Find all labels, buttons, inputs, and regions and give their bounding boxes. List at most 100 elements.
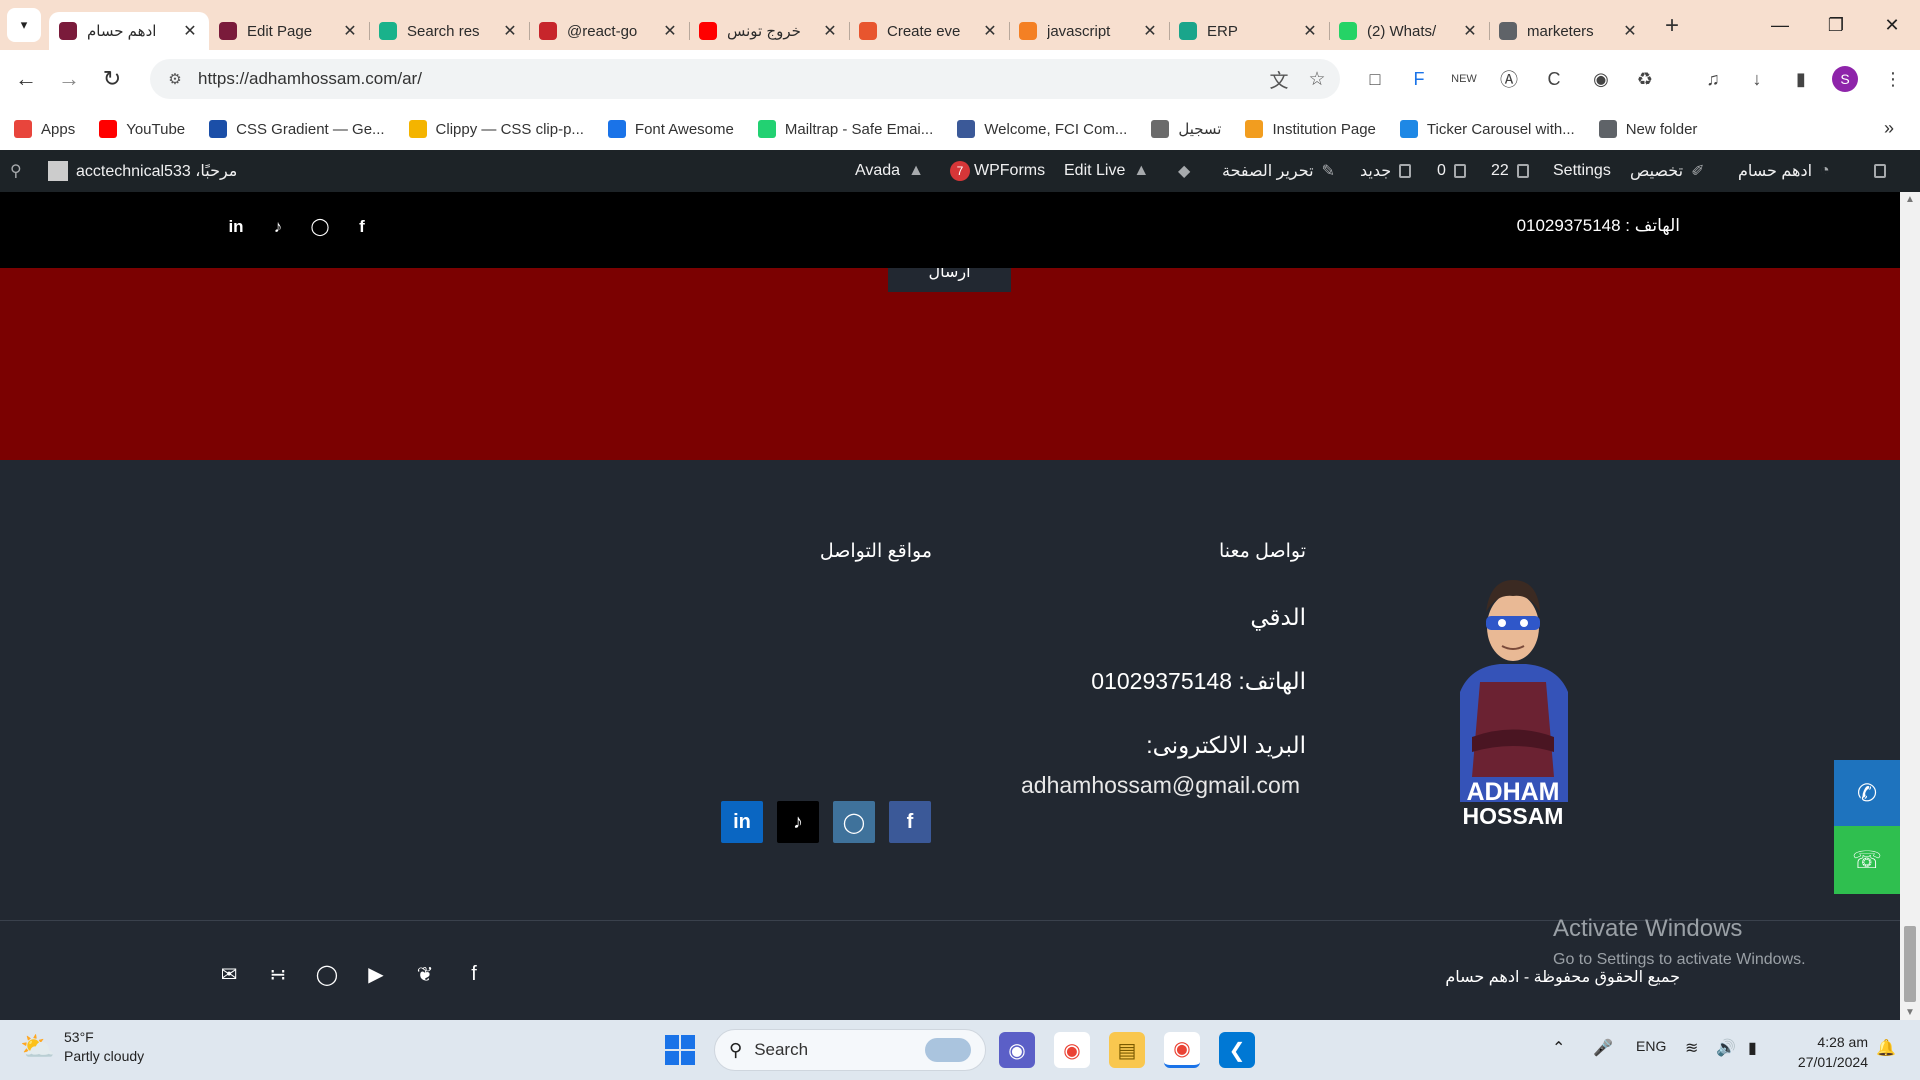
translate-icon[interactable]: 文: [1264, 66, 1294, 93]
reload-button[interactable]: ↻: [95, 62, 129, 96]
settings-link[interactable]: Settings: [1553, 150, 1611, 192]
bookmark-item[interactable]: New folder: [1598, 120, 1697, 138]
browser-tab[interactable]: marketers ✕: [1489, 12, 1649, 50]
profile-avatar[interactable]: S: [1832, 66, 1858, 92]
tray-overflow-icon[interactable]: ⌃: [1552, 1038, 1565, 1058]
tab-close-icon[interactable]: ✕: [821, 21, 839, 41]
phone-text[interactable]: الهاتف: 01029375148: [1091, 668, 1306, 695]
back-button[interactable]: ←: [9, 62, 43, 96]
tab-close-icon[interactable]: ✕: [1461, 21, 1479, 41]
instagram-icon[interactable]: ◯: [299, 217, 341, 237]
extensions-puzzle-icon[interactable]: ♻: [1630, 64, 1660, 94]
bookmarks-overflow-icon[interactable]: »: [1884, 118, 1894, 139]
bookmark-item[interactable]: Mailtrap - Safe Emai...: [757, 120, 933, 138]
wifi-icon[interactable]: ≋: [1685, 1038, 1698, 1058]
scrollbar-thumb[interactable]: [1904, 926, 1916, 1002]
bookmark-item[interactable]: تسجيل: [1151, 120, 1221, 138]
scroll-up-arrow[interactable]: ▲: [1900, 194, 1920, 205]
vscode-icon[interactable]: ❮: [1219, 1032, 1255, 1068]
browser-tab[interactable]: ادهم حسام ✕: [49, 12, 209, 50]
scroll-down-arrow[interactable]: ▼: [1900, 1007, 1920, 1018]
footer-linkedin-icon[interactable]: in: [721, 801, 763, 843]
battery-icon[interactable]: ▮: [1748, 1038, 1757, 1058]
browser-tab[interactable]: Edit Page ✕: [209, 12, 370, 50]
media-control-icon[interactable]: ♫: [1698, 64, 1728, 94]
linkedin-icon[interactable]: in: [215, 217, 257, 237]
side-panel-icon[interactable]: ▮: [1786, 64, 1816, 94]
send-button[interactable]: ارسال: [888, 268, 1011, 292]
maximize-button[interactable]: ❐: [1808, 0, 1864, 50]
rss-icon[interactable]: ∺: [265, 961, 291, 987]
address-bar[interactable]: ⚙ https://adhamhossam.com/ar/ 文 ☆: [150, 59, 1340, 99]
footer-facebook-icon[interactable]: f: [889, 801, 931, 843]
bookmark-item[interactable]: Font Awesome: [607, 120, 734, 138]
new-content-menu[interactable]: جديد: [1360, 150, 1412, 192]
browser-tab[interactable]: javascript ✕: [1009, 12, 1170, 50]
footer-tiktok-icon[interactable]: ♪: [777, 801, 819, 843]
edit-live-link[interactable]: Edit Live ▲: [1064, 150, 1149, 192]
bookmark-item[interactable]: YouTube: [99, 120, 185, 138]
taskbar-search[interactable]: ⚲ Search: [714, 1029, 986, 1071]
forward-button[interactable]: →: [52, 62, 86, 96]
tab-close-icon[interactable]: ✕: [661, 21, 679, 41]
bookmark-item[interactable]: CSS Gradient — Ge...: [209, 120, 385, 138]
twitter-icon[interactable]: ❦: [412, 961, 438, 987]
instagram-icon[interactable]: ◯: [314, 961, 340, 987]
footer-instagram-icon[interactable]: ◯: [833, 801, 875, 843]
tiktok-icon[interactable]: ♪: [257, 217, 299, 237]
notification-bell-icon[interactable]: 🔔: [1876, 1038, 1896, 1058]
browser-tab[interactable]: (2) Whats/ ✕: [1329, 12, 1490, 50]
my-account-menu[interactable]: مرحبًا، acctechnical533: [48, 150, 237, 192]
language-indicator[interactable]: ENG: [1636, 1038, 1666, 1054]
teams-icon[interactable]: ◉: [999, 1032, 1035, 1068]
taskbar-clock[interactable]: 4:28 am 27/01/2024: [1798, 1032, 1868, 1072]
email-link[interactable]: adhamhossam@gmail.com: [1021, 772, 1300, 799]
tab-search-button[interactable]: ▾: [7, 8, 41, 42]
extension-badge-icon[interactable]: ◉: [1586, 64, 1616, 94]
tab-close-icon[interactable]: ✕: [1301, 21, 1319, 41]
wp-logo-icon[interactable]: [1874, 150, 1886, 192]
bookmark-item[interactable]: Ticker Carousel with...: [1399, 120, 1575, 138]
file-explorer-icon[interactable]: ▤: [1109, 1032, 1145, 1068]
page-scrollbar[interactable]: ▲ ▼: [1900, 192, 1920, 1020]
browser-tab[interactable]: Create eve ✕: [849, 12, 1010, 50]
bookmark-star-icon[interactable]: ☆: [1302, 68, 1332, 91]
avada-menu[interactable]: Avada ▲: [855, 150, 924, 192]
download-icon[interactable]: ↓: [1742, 64, 1772, 94]
wpforms-menu[interactable]: 7 WPForms: [950, 150, 1045, 192]
extension-blank-icon[interactable]: □: [1360, 64, 1390, 94]
new-tab-button[interactable]: +: [1655, 9, 1689, 43]
site-name-menu[interactable]: ادهم حسام ◔: [1738, 150, 1830, 192]
extension-new-icon[interactable]: NEW: [1449, 64, 1479, 94]
chrome-profile-icon[interactable]: ◉: [1164, 1032, 1200, 1068]
weather-widget[interactable]: ⛅ 53°F Partly cloudy: [20, 1028, 144, 1066]
extension-a-icon[interactable]: Ⓐ: [1494, 64, 1524, 94]
facebook-icon[interactable]: f: [461, 961, 487, 987]
extension-c-icon[interactable]: C: [1539, 64, 1569, 94]
start-button[interactable]: [665, 1035, 695, 1065]
tab-close-icon[interactable]: ✕: [501, 21, 519, 41]
browser-menu-icon[interactable]: ⋮: [1878, 64, 1908, 94]
bookmark-item[interactable]: Clippy — CSS clip-p...: [408, 120, 584, 138]
tab-close-icon[interactable]: ✕: [181, 21, 199, 41]
admin-search-icon[interactable]: ⚲: [10, 150, 22, 192]
browser-tab[interactable]: ERP ✕: [1169, 12, 1330, 50]
browser-tab[interactable]: Search res ✕: [369, 12, 530, 50]
customize-link[interactable]: تخصيص ✐: [1630, 150, 1705, 192]
tab-close-icon[interactable]: ✕: [981, 21, 999, 41]
browser-tab[interactable]: خروج تونس ✕: [689, 12, 850, 50]
volume-icon[interactable]: 🔊: [1716, 1038, 1736, 1058]
builder-diamond-icon[interactable]: ◆: [1178, 150, 1190, 192]
email-icon[interactable]: ✉: [216, 961, 242, 987]
site-info-icon[interactable]: ⚙: [162, 66, 188, 92]
browser-tab[interactable]: @react-go ✕: [529, 12, 690, 50]
close-window-button[interactable]: ✕: [1864, 0, 1920, 50]
bookmark-item[interactable]: Apps: [14, 120, 75, 138]
floating-phone-button[interactable]: ✆: [1834, 760, 1900, 826]
facebook-icon[interactable]: f: [341, 217, 383, 237]
url-text[interactable]: https://adhamhossam.com/ar/: [198, 69, 1264, 89]
bookmark-item[interactable]: Institution Page: [1245, 120, 1376, 138]
edit-page-link[interactable]: تحرير الصفحة ✎: [1222, 150, 1335, 192]
comments-link[interactable]: 0: [1437, 150, 1466, 192]
floating-whatsapp-button[interactable]: ☏: [1834, 826, 1900, 894]
